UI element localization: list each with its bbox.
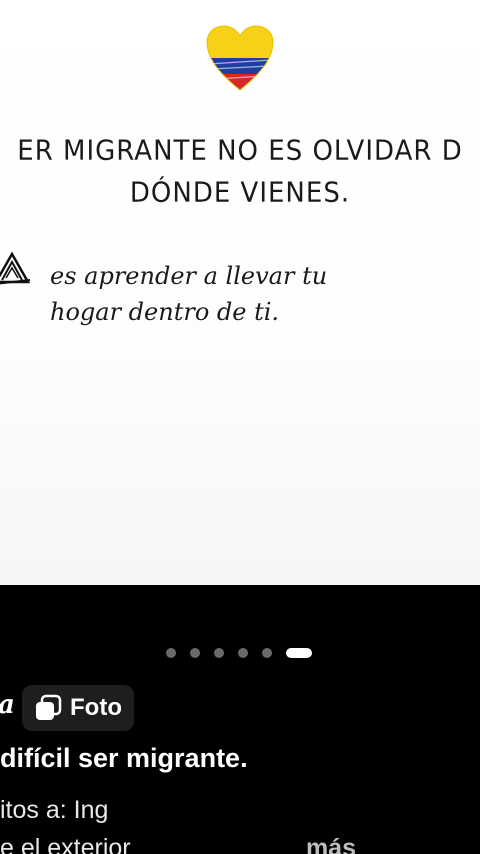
caption-line-1: itos a: Ing xyxy=(0,796,109,824)
carousel-dot-active[interactable] xyxy=(286,648,312,658)
media-type-label: Foto xyxy=(70,694,122,721)
house-sketch-icon xyxy=(0,251,31,285)
headline-line-2: DÓNDE VIENES. xyxy=(129,177,351,209)
caption-line-2: e el exterior xyxy=(0,834,131,854)
more-link[interactable]: más xyxy=(306,834,356,854)
author-name[interactable]: a xyxy=(0,690,15,720)
note-line-1: es aprender a llevar tu xyxy=(50,262,328,290)
carousel-dot[interactable] xyxy=(238,648,248,658)
carousel-dot[interactable] xyxy=(214,648,224,658)
media-type-chip[interactable]: Foto xyxy=(22,685,134,731)
post-photo[interactable]: ER MIGRANTE NO ES OLVIDAR D DÓNDE VIENES… xyxy=(0,0,480,585)
headline-line-1: ER MIGRANTE NO ES OLVIDAR D xyxy=(17,135,463,167)
venezuela-flag-heart-icon xyxy=(206,25,274,91)
photos-stack-icon xyxy=(36,694,62,720)
carousel-dot[interactable] xyxy=(262,648,272,658)
carousel-indicator[interactable] xyxy=(166,647,312,659)
note-line-2: hogar dentro de ti. xyxy=(50,298,280,326)
carousel-dot[interactable] xyxy=(190,648,200,658)
caption-title: difícil ser migrante. xyxy=(0,743,248,773)
carousel-dot[interactable] xyxy=(166,648,176,658)
